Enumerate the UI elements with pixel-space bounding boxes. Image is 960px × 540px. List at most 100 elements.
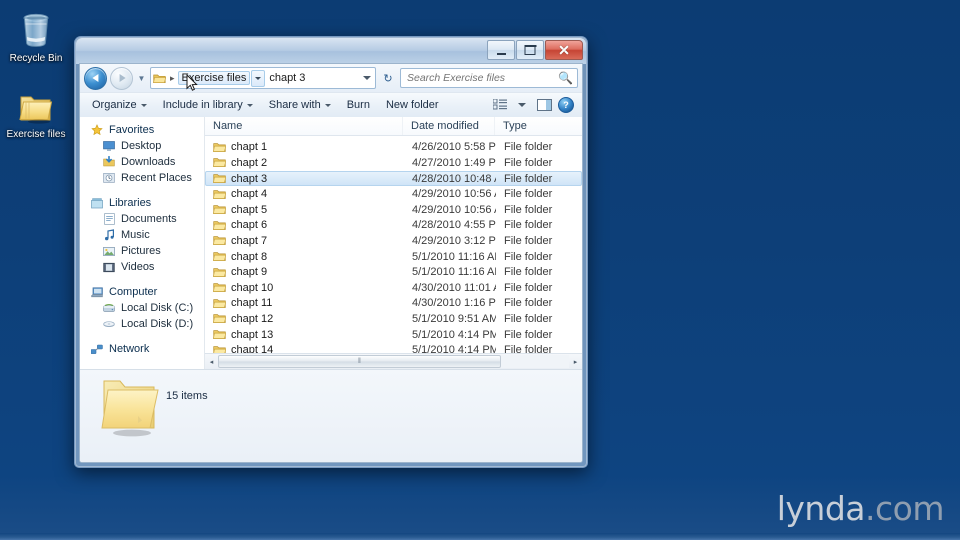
table-row[interactable]: chapt 12 5/1/2010 9:51 AM File folder [205, 311, 582, 327]
sidebar-item-desktop[interactable]: Desktop [80, 138, 204, 154]
sidebar-label: Videos [121, 261, 155, 273]
search-box[interactable]: 🔍 [400, 68, 578, 88]
downloads-icon [102, 155, 116, 169]
sidebar-item-downloads[interactable]: Downloads [80, 154, 204, 170]
table-row[interactable]: chapt 6 4/28/2010 4:55 PM File folder [205, 218, 582, 234]
cell-date-modified: 4/29/2010 10:56 AM [412, 188, 496, 201]
scrollbar-thumb[interactable]: ‖ [218, 355, 501, 368]
table-row[interactable]: chapt 10 4/30/2010 11:01 AM File folder [205, 280, 582, 296]
desktop-icon-recycle-bin[interactable]: Recycle Bin [0, 6, 72, 65]
burn-button[interactable]: Burn [340, 96, 377, 114]
cell-date-modified: 4/27/2010 1:49 PM [412, 156, 496, 169]
organize-button[interactable]: Organize [85, 96, 154, 114]
cell-name-label: chapt 2 [231, 156, 268, 169]
desktop-icon-label: Exercise files [6, 129, 66, 140]
help-button[interactable]: ? [555, 96, 577, 114]
libraries-icon [90, 196, 104, 210]
search-icon[interactable]: 🔍 [558, 71, 573, 85]
desktop-background: Recycle Bin Exercise files ▼ ▸ Exercise … [0, 0, 960, 540]
table-row[interactable]: chapt 4 4/29/2010 10:56 AM File folder [205, 186, 582, 202]
desktop-icon-label: Recycle Bin [9, 53, 63, 64]
table-row[interactable]: chapt 8 5/1/2010 11:16 AM File folder [205, 249, 582, 265]
horizontal-scrollbar[interactable]: ◂ ‖ ▸ [205, 353, 582, 369]
cell-date-modified: 5/1/2010 4:14 PM [412, 344, 496, 353]
folder-icon [0, 82, 72, 126]
folder-icon [213, 267, 226, 278]
address-bar[interactable]: ▸ Exercise files chapt 3 [150, 67, 376, 89]
back-button[interactable] [84, 66, 107, 90]
cell-date-modified: 5/1/2010 9:51 AM [412, 312, 496, 325]
navigation-pane[interactable]: Favorites Desktop Downloads Recent Place… [80, 117, 205, 369]
address-toolbar: ▼ ▸ Exercise files chapt 3 ↻ Search Exer… [80, 64, 582, 93]
desktop-icon-exercise-files[interactable]: Exercise files [0, 82, 72, 141]
chevron-down-icon [324, 103, 331, 107]
sidebar-item-recent-places[interactable]: Recent Places [80, 170, 204, 186]
breadcrumb-dropdown-icon[interactable] [251, 69, 266, 87]
sidebar-item-computer[interactable]: Computer [80, 284, 204, 300]
cell-type: File folder [504, 281, 553, 294]
cell-type: File folder [504, 203, 553, 216]
cell-type: File folder [504, 234, 553, 247]
breadcrumb-separator: ▸ [170, 72, 175, 83]
column-header-name[interactable]: Name [205, 117, 403, 135]
sidebar-item-documents[interactable]: Documents [80, 211, 204, 227]
view-dropdown-icon[interactable] [511, 96, 533, 114]
include-in-library-label: Include in library [162, 99, 243, 111]
sidebar-item-videos[interactable]: Videos [80, 259, 204, 275]
sidebar-item-libraries[interactable]: Libraries [80, 195, 204, 211]
table-row[interactable]: chapt 2 4/27/2010 1:49 PM File folder [205, 155, 582, 171]
table-row[interactable]: chapt 9 5/1/2010 11:16 AM File folder [205, 264, 582, 280]
cell-name-label: chapt 5 [231, 203, 268, 216]
sidebar-item-pictures[interactable]: Pictures [80, 243, 204, 259]
table-row[interactable]: chapt 14 5/1/2010 4:14 PM File folder [205, 342, 582, 353]
share-with-button[interactable]: Share with [262, 96, 338, 114]
close-button[interactable] [545, 40, 583, 60]
scroll-right-arrow[interactable]: ▸ [569, 355, 582, 368]
new-folder-button[interactable]: New folder [379, 96, 446, 114]
include-in-library-button[interactable]: Include in library [156, 96, 260, 114]
cell-type: File folder [504, 250, 553, 263]
maximize-button[interactable] [516, 40, 544, 60]
scroll-left-arrow[interactable]: ◂ [205, 355, 218, 368]
table-row[interactable]: chapt 1 4/26/2010 5:58 PM File folder [205, 140, 582, 156]
computer-icon [90, 285, 104, 299]
table-row[interactable]: chapt 7 4/29/2010 3:12 PM File folder [205, 233, 582, 249]
cell-date-modified: 5/1/2010 11:16 AM [412, 266, 496, 279]
help-icon[interactable]: ? [558, 97, 574, 113]
folder-icon [213, 220, 226, 231]
sidebar-item-network[interactable]: Network [80, 341, 204, 357]
table-row[interactable]: chapt 13 5/1/2010 4:14 PM File folder [205, 327, 582, 343]
breadcrumb-chapt-3[interactable]: chapt 3 [265, 71, 309, 85]
folder-icon [213, 345, 226, 353]
recent-pages-button[interactable]: ▼ [136, 74, 147, 83]
column-header-type[interactable]: Type [495, 117, 582, 135]
sidebar-item-local-disk-d[interactable]: Local Disk (D:) [80, 316, 204, 332]
table-row[interactable]: chapt 3 4/28/2010 10:48 AM File folder [205, 170, 582, 187]
search-input[interactable] [405, 71, 559, 85]
column-headers: Name Date modified Type [205, 117, 582, 136]
column-header-date-modified[interactable]: Date modified [403, 117, 495, 135]
cell-date-modified: 4/30/2010 11:01 AM [412, 281, 496, 294]
folder-icon [213, 142, 226, 153]
preview-pane-icon[interactable] [533, 96, 555, 114]
cell-name: chapt 14 [206, 344, 404, 353]
table-row[interactable]: chapt 5 4/29/2010 10:56 AM File folder [205, 202, 582, 218]
breadcrumb-exercise-files[interactable]: Exercise files [177, 71, 251, 85]
cell-name-label: chapt 14 [231, 344, 274, 353]
sidebar-label: Pictures [121, 245, 161, 257]
minimize-button[interactable] [487, 40, 515, 60]
scrollbar-track[interactable]: ‖ [218, 355, 569, 368]
forward-button[interactable] [110, 66, 133, 90]
sidebar-item-music[interactable]: Music [80, 227, 204, 243]
cell-name: chapt 13 [206, 329, 404, 341]
file-rows[interactable]: chapt 1 4/26/2010 5:58 PM File folder chapt… [205, 136, 582, 353]
refresh-button[interactable]: ↻ [379, 72, 397, 85]
view-list-icon[interactable] [489, 96, 511, 114]
recent-places-icon [102, 171, 116, 185]
sidebar-item-local-disk-c[interactable]: Local Disk (C:) [80, 300, 204, 316]
table-row[interactable]: chapt 11 4/30/2010 1:16 PM File folder [205, 296, 582, 312]
cell-name: chapt 1 [206, 141, 404, 153]
cell-type: File folder [504, 328, 553, 341]
sidebar-item-favorites[interactable]: Favorites [80, 122, 204, 138]
address-dropdown-icon[interactable] [359, 76, 375, 80]
